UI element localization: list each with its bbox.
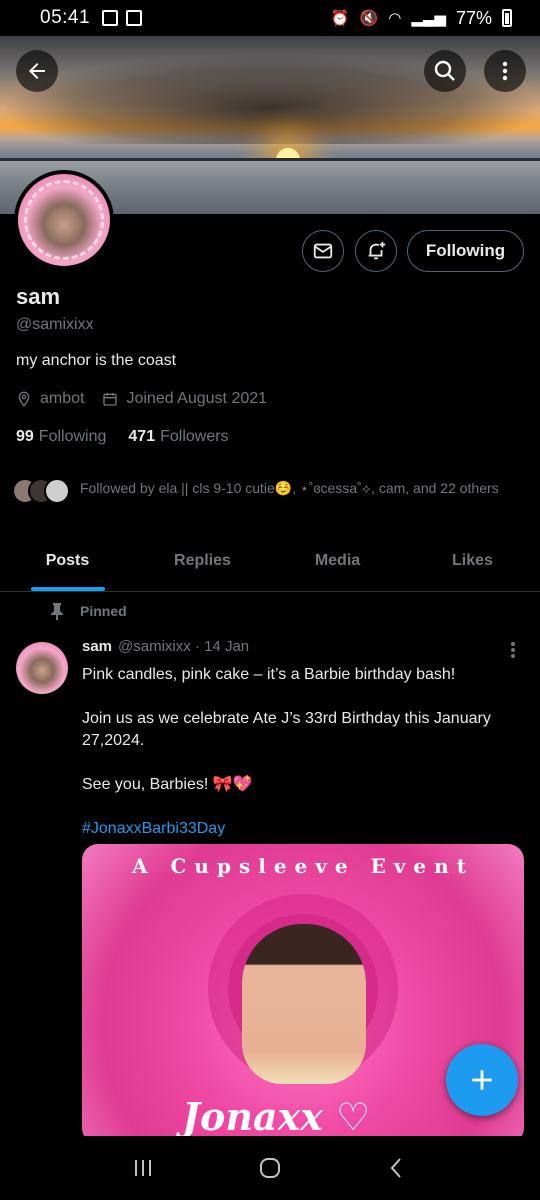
plus-icon — [472, 1070, 492, 1090]
post-handle-date: @samixixx · 14 Jan — [118, 638, 250, 655]
following-link[interactable]: 99 Following — [16, 428, 106, 446]
following-button[interactable]: Following — [407, 230, 524, 272]
post-line: Pink candles, pink cake – it’s a Barbie … — [82, 666, 456, 683]
profile-avatar[interactable] — [14, 170, 114, 270]
location-pin-icon — [18, 391, 30, 407]
profile-joined: Joined August 2021 — [126, 390, 268, 407]
post-hashtag[interactable]: #JonaxxBarbi33Day — [82, 818, 522, 840]
profile-meta: ambot Joined August 2021 — [16, 390, 285, 408]
post-text: Pink candles, pink cake – it’s a Barbie … — [82, 664, 522, 862]
post-line: Join us as we celebrate Ate J’s 33rd Bir… — [82, 710, 491, 749]
post-header: sam @samixixx · 14 Jan — [82, 638, 249, 655]
mute-icon: 🔇 — [359, 10, 379, 27]
tab-media[interactable]: Media — [270, 540, 405, 591]
battery-icon — [502, 9, 512, 27]
profile-tabs: Posts Replies Media Likes — [0, 540, 540, 592]
mutual-followers-avatars[interactable] — [12, 478, 70, 504]
check-notification-icon — [126, 10, 143, 26]
image-script-text: Jonaxx ♡ — [182, 1094, 371, 1139]
alarm-icon: ⏰ — [330, 10, 350, 27]
profile-name: sam — [16, 284, 61, 309]
bell-plus-icon — [368, 241, 386, 260]
post-more-button[interactable] — [504, 640, 522, 660]
avatar — [44, 478, 70, 504]
tab-likes[interactable]: Likes — [405, 540, 540, 591]
back-button[interactable] — [16, 50, 58, 92]
signal-icon: ▂▃▅ — [411, 10, 446, 27]
tab-posts[interactable]: Posts — [0, 540, 135, 591]
post-author-name[interactable]: sam — [82, 638, 112, 655]
followed-by-text[interactable]: Followed by ela || cls 9-10 cutie☺️, ⋆˚ɞ… — [80, 478, 520, 498]
portrait-image — [242, 924, 366, 1084]
home-icon[interactable] — [258, 1156, 282, 1180]
profile-location: ambot — [40, 390, 85, 407]
gallery-notification-icon — [102, 10, 119, 26]
system-nav-bar — [0, 1136, 540, 1200]
battery-percent: 77% — [455, 7, 492, 28]
post-author-avatar[interactable] — [16, 642, 68, 694]
wifi-icon: ◠ — [388, 10, 402, 27]
compose-button[interactable] — [446, 1044, 518, 1116]
back-icon[interactable] — [385, 1156, 409, 1180]
post-line: See you, Barbies! 🎀💖 — [82, 776, 253, 793]
search-icon — [434, 60, 455, 81]
pinned-indicator: Pinned — [50, 602, 127, 620]
message-button[interactable] — [302, 230, 344, 272]
back-arrow-icon — [29, 63, 45, 79]
status-time: 05:41 — [40, 7, 91, 28]
mail-icon — [313, 243, 333, 259]
search-button[interactable] — [424, 50, 466, 92]
more-options-button[interactable] — [484, 50, 526, 92]
more-vertical-icon — [502, 61, 508, 81]
status-bar: 05:41 ⏰ 🔇 ◠ ▂▃▅ 77% — [0, 0, 540, 36]
profile-bio: my anchor is the coast — [16, 352, 177, 369]
profile-handle: @samixixx — [16, 316, 94, 333]
profile-stats: 99 Following 471 Followers — [16, 428, 229, 446]
followers-link[interactable]: 471 Followers — [128, 428, 228, 446]
tab-replies[interactable]: Replies — [135, 540, 270, 591]
calendar-icon — [103, 393, 118, 406]
notifications-button[interactable] — [355, 230, 397, 272]
image-header-text: A Cupsleeve Event — [132, 854, 474, 878]
recent-apps-icon[interactable] — [131, 1156, 155, 1180]
pin-icon — [51, 603, 63, 620]
